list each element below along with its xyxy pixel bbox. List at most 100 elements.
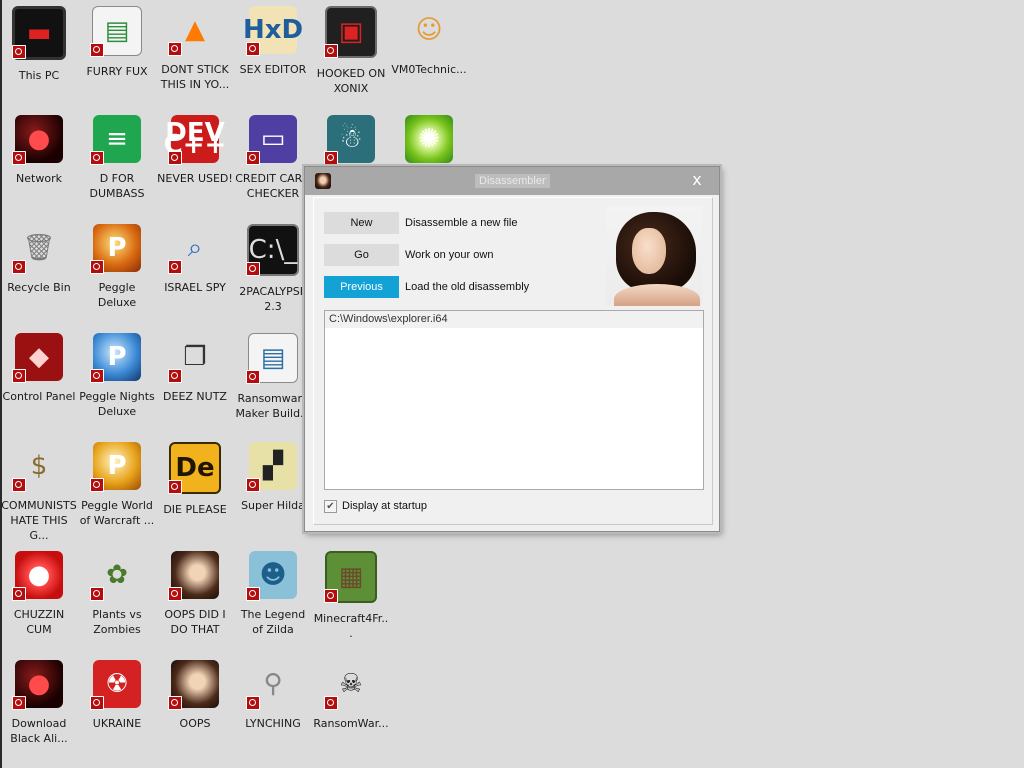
desktop-shortcut[interactable]: ❐ DEEZ NUTZ bbox=[156, 333, 234, 404]
go-button[interactable]: Go bbox=[324, 244, 399, 266]
desktop-shortcut[interactable]: ☠ RansomWar... bbox=[312, 660, 390, 731]
new-button[interactable]: New bbox=[324, 212, 399, 234]
desktop-shortcut-label: Recycle Bin bbox=[7, 281, 71, 294]
portrait-64-icon bbox=[168, 660, 219, 710]
desktop-shortcut[interactable]: ☺ VM0Technic... bbox=[390, 6, 468, 77]
desktop-shortcut[interactable]: 🗑 Recycle Bin bbox=[0, 224, 78, 295]
shortcut-arrow-icon bbox=[12, 369, 26, 383]
shortcut-arrow-icon bbox=[168, 151, 182, 165]
disassembler-dialog: Disassembler x New Disassemble a new fil… bbox=[304, 166, 720, 532]
desktop-shortcut[interactable]: $ COMMUNISTS HATE THIS G... bbox=[0, 442, 78, 543]
shortcut-arrow-icon bbox=[324, 589, 338, 603]
recycle-bin-icon: 🗑 bbox=[12, 224, 63, 274]
desktop-shortcut[interactable]: ☻ The Legend of Zilda bbox=[234, 551, 312, 637]
desktop-shortcut[interactable]: P Peggle Nights Deluxe bbox=[78, 333, 156, 419]
pixel-dog-icon: ▞ bbox=[246, 442, 297, 492]
action-row-new: New Disassemble a new file bbox=[324, 212, 518, 234]
shortcut-arrow-icon bbox=[90, 696, 104, 710]
desktop-shortcut-label: CHUZZIN CUM bbox=[13, 608, 65, 636]
shortcut-arrow-icon bbox=[168, 696, 182, 710]
recent-files-list[interactable]: C:\Windows\explorer.i64 bbox=[324, 310, 704, 490]
shortcut-arrow-icon bbox=[90, 478, 104, 492]
desktop-shortcut[interactable]: ✿ Plants vs Zombies bbox=[78, 551, 156, 637]
traffic-cone-icon: ▲ bbox=[168, 6, 219, 56]
santa-icon: ☃ bbox=[324, 115, 375, 165]
desktop-shortcut[interactable]: ▬ This PC bbox=[0, 6, 78, 83]
desktop-shortcut[interactable]: ≡ D FOR DUMBASS bbox=[78, 115, 156, 201]
credit-card-icon: ▭ bbox=[246, 115, 297, 165]
desktop-shortcut[interactable]: ▞ Super Hilda bbox=[234, 442, 312, 513]
action-row-go: Go Work on your own bbox=[324, 244, 493, 266]
desktop-shortcut[interactable]: ⚲ LYNCHING bbox=[234, 660, 312, 731]
desktop-shortcut-label: D FOR DUMBASS bbox=[89, 172, 145, 200]
desktop-shortcut[interactable]: ● Network bbox=[0, 115, 78, 186]
desktop-shortcut[interactable]: ▤ FURRY FUX bbox=[78, 6, 156, 79]
shortcut-arrow-icon bbox=[90, 43, 104, 57]
desktop-shortcut[interactable]: ◆ Control Panel bbox=[0, 333, 78, 404]
desktop-shortcut-label: NEVER USED! bbox=[157, 172, 233, 185]
desktop-shortcut-label: Peggle World of Warcraft ... bbox=[79, 499, 155, 527]
recent-file-item[interactable]: C:\Windows\explorer.i64 bbox=[325, 311, 703, 328]
desktop-shortcut-label: ISRAEL SPY bbox=[164, 281, 226, 294]
desktop-shortcut[interactable]: ⌕ ISRAEL SPY bbox=[156, 224, 234, 295]
desktop-shortcut[interactable]: ▭ CREDIT CARD CHECKER bbox=[234, 115, 312, 201]
shortcut-arrow-icon bbox=[12, 45, 26, 59]
desktop-shortcut[interactable]: De DIE PLEASE bbox=[156, 442, 234, 517]
monitor-icon: ▬ bbox=[12, 6, 66, 60]
desktop-shortcut[interactable]: ▦ Minecraft4Fr... bbox=[312, 551, 390, 641]
money-bag-icon: $ bbox=[12, 442, 63, 492]
shortcut-arrow-icon bbox=[90, 151, 104, 165]
desktop-shortcut-label: RansomWar... bbox=[313, 717, 389, 730]
lime-icon: ✺ bbox=[405, 115, 453, 163]
desktop-shortcut-label: SEX EDITOR bbox=[239, 63, 307, 76]
terminal-icon: C:\_ bbox=[246, 224, 299, 276]
previous-button[interactable]: Previous bbox=[324, 276, 399, 298]
desktop-shortcut[interactable]: ▲ DONT STICK THIS IN YO... bbox=[156, 6, 234, 92]
chuzzle-icon: ● bbox=[12, 551, 63, 601]
shortcut-arrow-icon bbox=[12, 587, 26, 601]
shortcut-arrow-icon bbox=[246, 696, 260, 710]
desktop-shortcut[interactable]: ● Download Black Ali... bbox=[0, 660, 78, 746]
peggle-wow-icon: P bbox=[90, 442, 141, 492]
dialog-titlebar[interactable]: Disassembler x bbox=[305, 167, 719, 195]
portrait-face bbox=[632, 228, 666, 274]
shortcut-arrow-icon bbox=[12, 696, 26, 710]
grass-block-icon: ▦ bbox=[324, 551, 377, 603]
shortcut-arrow-icon bbox=[168, 369, 182, 383]
desktop-shortcut[interactable]: P Peggle Deluxe bbox=[78, 224, 156, 310]
desktop-shortcut[interactable]: ▤ Ransomware Maker Build... bbox=[234, 333, 312, 421]
shortcut-arrow-icon bbox=[324, 44, 338, 58]
shortcut-arrow-icon bbox=[90, 369, 104, 383]
desktop-shortcut-label: Peggle Nights Deluxe bbox=[79, 390, 155, 418]
desktop-shortcut-label: Download Black Ali... bbox=[10, 717, 68, 745]
desktop-shortcut[interactable]: HxD SEX EDITOR bbox=[234, 6, 312, 77]
spy-icon: ⌕ bbox=[168, 224, 219, 274]
desktop-shortcut[interactable]: C:\_ 2PACALYPSE 2.3 bbox=[234, 224, 312, 314]
desktop-shortcut-label: Plants vs Zombies bbox=[92, 608, 142, 636]
desktop-shortcut[interactable]: P Peggle World of Warcraft ... bbox=[78, 442, 156, 528]
desktop-shortcut[interactable]: DEV C++ NEVER USED! bbox=[156, 115, 234, 186]
new-description: Disassemble a new file bbox=[405, 217, 518, 229]
desktop-shortcut[interactable]: ● CHUZZIN CUM bbox=[0, 551, 78, 637]
desktop-shortcut-label: Network bbox=[16, 172, 62, 185]
desktop-shortcut-label: FURRY FUX bbox=[86, 65, 148, 78]
desktop-shortcut[interactable]: ☢ UKRAINE bbox=[78, 660, 156, 731]
previous-description: Load the old disassembly bbox=[405, 281, 530, 293]
desktop-shortcut-label: DEEZ NUTZ bbox=[163, 390, 227, 403]
close-button[interactable]: x bbox=[687, 170, 707, 190]
shortcut-arrow-icon bbox=[168, 260, 182, 274]
desktop-shortcut-label: OOPS DID I DO THAT bbox=[164, 608, 226, 636]
portrait-dress bbox=[614, 284, 700, 306]
shortcut-arrow-icon bbox=[246, 262, 260, 276]
peggle-nights-icon: P bbox=[90, 333, 141, 383]
document-icon: ▤ bbox=[90, 6, 142, 57]
desktop-shortcut[interactable]: OOPS bbox=[156, 660, 234, 731]
display-at-startup-label[interactable]: Display at startup bbox=[342, 500, 427, 512]
desktop-shortcut[interactable]: ▣ HOOKED ON XONIX bbox=[312, 6, 390, 96]
chat-bubble-icon: ≡ bbox=[90, 115, 141, 165]
desktop-shortcut[interactable]: OOPS DID I DO THAT bbox=[156, 551, 234, 637]
shortcut-arrow-icon bbox=[168, 587, 182, 601]
display-at-startup-checkbox[interactable]: ✔ bbox=[324, 499, 337, 513]
shortcut-arrow-icon bbox=[324, 696, 338, 710]
shortcut-arrow-icon bbox=[168, 42, 182, 56]
